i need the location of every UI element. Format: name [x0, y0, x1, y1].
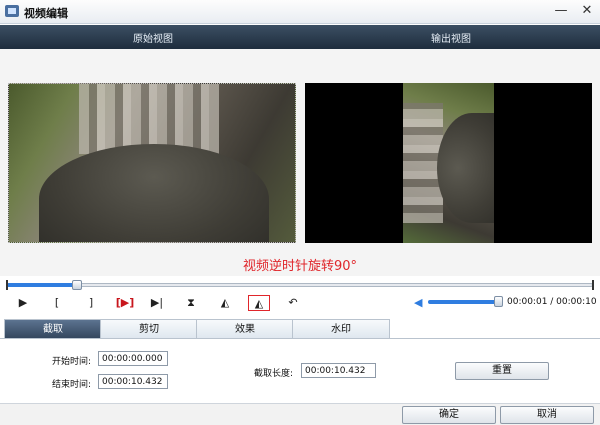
minimize-button[interactable]: —	[552, 2, 570, 20]
tab-bar: 截取 剪切 效果 水印	[0, 319, 600, 339]
preview-area: 视频逆时针旋转90°	[0, 49, 600, 276]
play-selection-icon[interactable]: [▶]	[112, 295, 138, 311]
rotate-clockwise-icon[interactable]: ◭	[214, 295, 236, 311]
rotated-video-frame	[403, 83, 494, 243]
output-view-label: 输出视图	[431, 34, 471, 45]
video-edit-icon	[5, 5, 19, 17]
footer: 确定 取消	[0, 403, 600, 425]
rotate-counterclockwise-icon[interactable]: ◭	[248, 295, 270, 311]
capture-length-label: 截取长度:	[254, 369, 294, 379]
tab-watermark[interactable]: 水印	[292, 319, 390, 338]
tab-cut[interactable]: 剪切	[100, 319, 198, 338]
title-bar: 视频编辑 — ✕	[0, 0, 600, 24]
seek-track[interactable]	[7, 283, 593, 287]
flip-vertical-icon[interactable]: ⧗	[180, 295, 202, 311]
end-time-input[interactable]	[98, 374, 168, 389]
cancel-button[interactable]: 取消	[500, 406, 594, 424]
tab-effect[interactable]: 效果	[196, 319, 294, 338]
reset-button[interactable]: 重置	[455, 362, 549, 380]
view-header: 原始视图 输出视图	[0, 25, 600, 49]
volume-slider[interactable]	[428, 300, 502, 304]
seek-end-marker[interactable]	[589, 280, 594, 290]
output-video-preview	[305, 83, 592, 243]
original-view-label: 原始视图	[133, 34, 173, 45]
seek-start-marker[interactable]	[6, 280, 11, 290]
prev-frame-icon[interactable]: ▶|	[146, 295, 168, 311]
seek-handle[interactable]	[72, 280, 82, 290]
ok-button[interactable]: 确定	[402, 406, 496, 424]
play-icon[interactable]: ▶	[12, 295, 34, 311]
mark-in-icon[interactable]: [	[46, 295, 68, 311]
seek-bar[interactable]	[6, 280, 594, 290]
start-time-input[interactable]	[98, 351, 168, 366]
seek-progress	[7, 283, 77, 287]
time-display: 00:00:01 / 00:00:10	[507, 297, 597, 307]
close-button[interactable]: ✕	[578, 2, 596, 20]
tab-capture[interactable]: 截取	[4, 319, 102, 338]
original-video-preview	[8, 83, 296, 243]
volume-handle[interactable]	[494, 296, 503, 307]
volume-icon[interactable]: ◀	[414, 297, 426, 309]
window-title: 视频编辑	[24, 7, 68, 20]
start-time-label: 开始时间:	[52, 357, 92, 367]
end-time-label: 结束时间:	[52, 380, 92, 390]
undo-icon[interactable]: ↶	[282, 295, 304, 311]
capture-length-input[interactable]	[301, 363, 376, 378]
capture-panel: 开始时间: 结束时间: 截取长度: 重置	[0, 340, 600, 402]
mark-out-icon[interactable]: ]	[80, 295, 102, 311]
rotation-annotation: 视频逆时针旋转90°	[242, 259, 358, 274]
